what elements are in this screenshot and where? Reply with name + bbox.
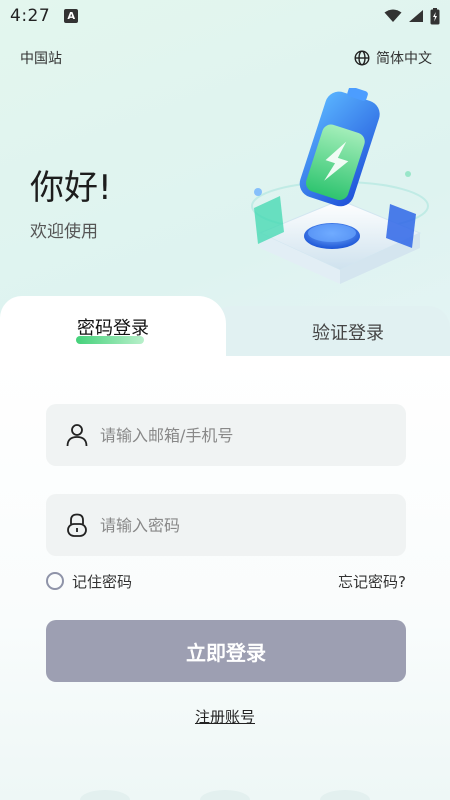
wifi-icon	[384, 9, 402, 22]
tab-code-login[interactable]: 验证登录	[210, 306, 450, 358]
bottom-bump	[80, 790, 130, 800]
user-icon	[66, 423, 88, 447]
password-field	[46, 494, 406, 556]
register-link: 注册账号	[0, 706, 450, 727]
remember-radio[interactable]	[46, 572, 64, 590]
top-bar: 中国站 简体中文	[20, 46, 432, 70]
greeting-subtitle: 欢迎使用	[30, 222, 98, 242]
battery-icon	[430, 7, 440, 24]
password-input[interactable]	[100, 515, 360, 535]
globe-icon	[354, 50, 370, 66]
bottom-decoration	[0, 788, 450, 800]
remember-row: 记住密码 忘记密码?	[46, 568, 406, 594]
forgot-password-link[interactable]: 忘记密码?	[338, 571, 406, 592]
login-tabs: 验证登录 密码登录	[0, 296, 450, 358]
battery-illustration	[251, 88, 429, 284]
app-notification-icon: A	[64, 9, 79, 23]
register-link-label[interactable]: 注册账号	[195, 708, 255, 726]
remember-password-checkbox[interactable]: 记住密码	[46, 571, 132, 592]
status-bar: 4:27 A	[0, 0, 450, 32]
greeting: 你好! 欢迎使用	[30, 160, 112, 242]
account-field	[46, 404, 406, 466]
language-selector[interactable]: 简体中文	[354, 48, 432, 68]
tab-password-login-label: 密码登录	[77, 318, 149, 339]
login-button[interactable]: 立即登录	[46, 620, 406, 682]
language-label: 简体中文	[376, 51, 432, 67]
signal-icon	[409, 10, 423, 22]
greeting-title: 你好!	[30, 168, 112, 208]
region-selector[interactable]: 中国站	[20, 48, 62, 68]
bottom-bump	[320, 790, 370, 800]
status-time: 4:27	[10, 6, 51, 26]
lock-icon	[66, 513, 88, 537]
status-icons	[384, 7, 440, 25]
remember-label: 记住密码	[72, 572, 133, 591]
tab-code-login-label: 验证登录	[312, 323, 384, 344]
bottom-bump	[200, 790, 250, 800]
login-form: 记住密码 忘记密码? 立即登录 注册账号	[0, 356, 450, 800]
account-input[interactable]	[100, 425, 360, 445]
tab-password-login[interactable]: 密码登录	[0, 296, 226, 358]
